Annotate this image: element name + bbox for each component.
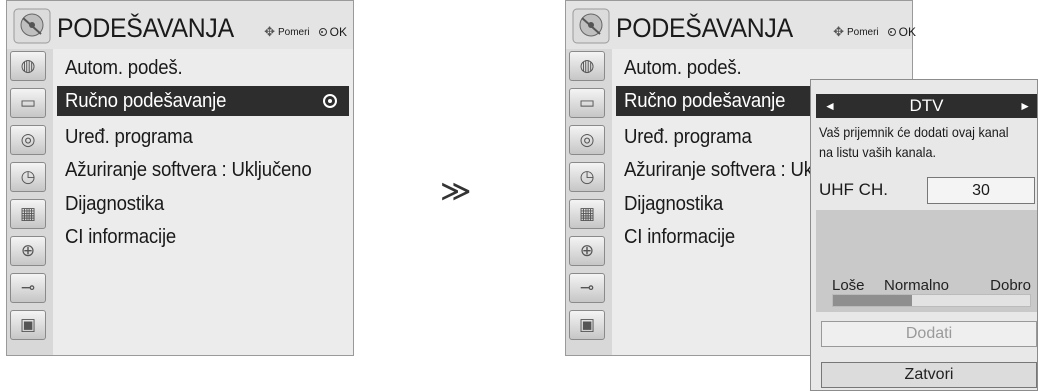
satellite-dish-icon	[572, 8, 610, 44]
menu-item-label: Ručno podešavanje	[624, 90, 786, 112]
close-button[interactable]: Zatvori	[821, 362, 1037, 388]
signal-strength-bar	[832, 294, 1031, 307]
signal-label-bad: Loše	[832, 277, 865, 294]
signal-label-normal: Normalno	[884, 277, 950, 294]
clock-icon[interactable]: ◷	[569, 162, 605, 192]
plug-icon[interactable]: ⊸	[10, 273, 46, 303]
speaker-icon[interactable]: ◎	[569, 125, 605, 155]
menu-title: PODEŠAVANJA	[616, 13, 793, 43]
dpad-icon: ✥	[264, 24, 275, 39]
speaker-icon[interactable]: ◎	[10, 125, 46, 155]
menu-item-auto-tuning[interactable]: Autom. podeš.	[65, 53, 183, 83]
menu-header: PODEŠAVANJA ✥ Pomeri OK	[7, 1, 353, 49]
menu-item-ci-info[interactable]: CI informacije	[624, 222, 735, 252]
ok-button-icon	[318, 28, 327, 36]
dialog-message: Vaš prijemnik će dodati ovaj kanal na li…	[819, 122, 1026, 162]
menu-item-software-update[interactable]: Ažuriranje softvera : Uk	[624, 155, 813, 185]
menu-item-diagnostics[interactable]: Dijagnostika	[624, 189, 723, 219]
antenna-icon[interactable]: ◍	[10, 51, 46, 81]
satellite-dish-icon	[13, 8, 51, 44]
clock-icon[interactable]: ◷	[10, 162, 46, 192]
add-button[interactable]: Dodati	[821, 321, 1037, 347]
menu-title: PODEŠAVANJA	[57, 13, 234, 43]
antenna-icon[interactable]: ◍	[569, 51, 605, 81]
navigation-hint: ✥ Pomeri OK	[264, 24, 347, 40]
hint-ok: OK	[898, 25, 916, 39]
hint-move: Pomeri	[277, 26, 310, 38]
photo-icon[interactable]: ▣	[569, 310, 605, 340]
signal-label-good: Dobro	[990, 277, 1031, 294]
ok-select-icon	[323, 94, 337, 108]
manual-tuning-dialog: ◄ DTV ► Vaš prijemnik će dodati ovaj kan…	[810, 79, 1038, 391]
menu-list: Autom. podeš. Ručno podešavanje Uređ. pr…	[53, 49, 353, 355]
hint-move: Pomeri	[846, 26, 879, 38]
plug-icon[interactable]: ⊸	[569, 273, 605, 303]
menu-item-manual-tuning[interactable]: Ručno podešavanje	[57, 86, 349, 116]
menu-item-diagnostics[interactable]: Dijagnostika	[65, 189, 164, 219]
navigation-hint: ✥ Pomeri OK	[833, 24, 916, 40]
mode-selector[interactable]: ◄ DTV ►	[816, 94, 1037, 118]
menu-item-ci-info[interactable]: CI informacije	[65, 222, 176, 252]
hint-ok: OK	[329, 25, 347, 39]
tv-screen-icon[interactable]: ▭	[569, 88, 605, 118]
menu-item-program-edit[interactable]: Uređ. programa	[65, 122, 193, 152]
category-icon-column: ◍ ▭ ◎ ◷ ▦ ⊕ ⊸ ▣	[7, 49, 53, 355]
right-arrow-icon[interactable]: ►	[1019, 94, 1031, 118]
mode-value: DTV	[909, 96, 944, 115]
tv-screen-icon[interactable]: ▭	[10, 88, 46, 118]
step-arrow: ≫	[440, 175, 472, 208]
message-line-2: na listu vaših kanala.	[819, 144, 936, 160]
signal-strength-panel: Loše Normalno Dobro	[816, 210, 1037, 312]
calendar-icon[interactable]: ▦	[569, 199, 605, 229]
menu-item-label: Ručno podešavanje	[65, 90, 227, 112]
lock-icon[interactable]: ⊕	[569, 236, 605, 266]
menu-item-program-edit[interactable]: Uređ. programa	[624, 122, 752, 152]
signal-strength-fill	[833, 295, 912, 306]
photo-icon[interactable]: ▣	[10, 310, 46, 340]
menu-header: PODEŠAVANJA ✥ Pomeri OK	[566, 1, 916, 49]
category-icon-column: ◍ ▭ ◎ ◷ ▦ ⊕ ⊸ ▣	[566, 49, 612, 355]
channel-label: UHF CH.	[819, 180, 888, 199]
lock-icon[interactable]: ⊕	[10, 236, 46, 266]
menu-item-software-update[interactable]: Ažuriranje softvera : Uključeno	[65, 155, 312, 185]
settings-menu-left: PODEŠAVANJA ✥ Pomeri OK ◍ ▭ ◎ ◷ ▦ ⊕ ⊸ ▣ …	[6, 0, 354, 356]
channel-number-field[interactable]: 30	[927, 177, 1035, 204]
ok-button-icon	[887, 28, 896, 36]
calendar-icon[interactable]: ▦	[10, 199, 46, 229]
menu-item-auto-tuning[interactable]: Autom. podeš.	[624, 53, 742, 83]
message-line-1: Vaš prijemnik će dodati ovaj kanal	[819, 124, 1009, 140]
dpad-icon: ✥	[833, 24, 844, 39]
